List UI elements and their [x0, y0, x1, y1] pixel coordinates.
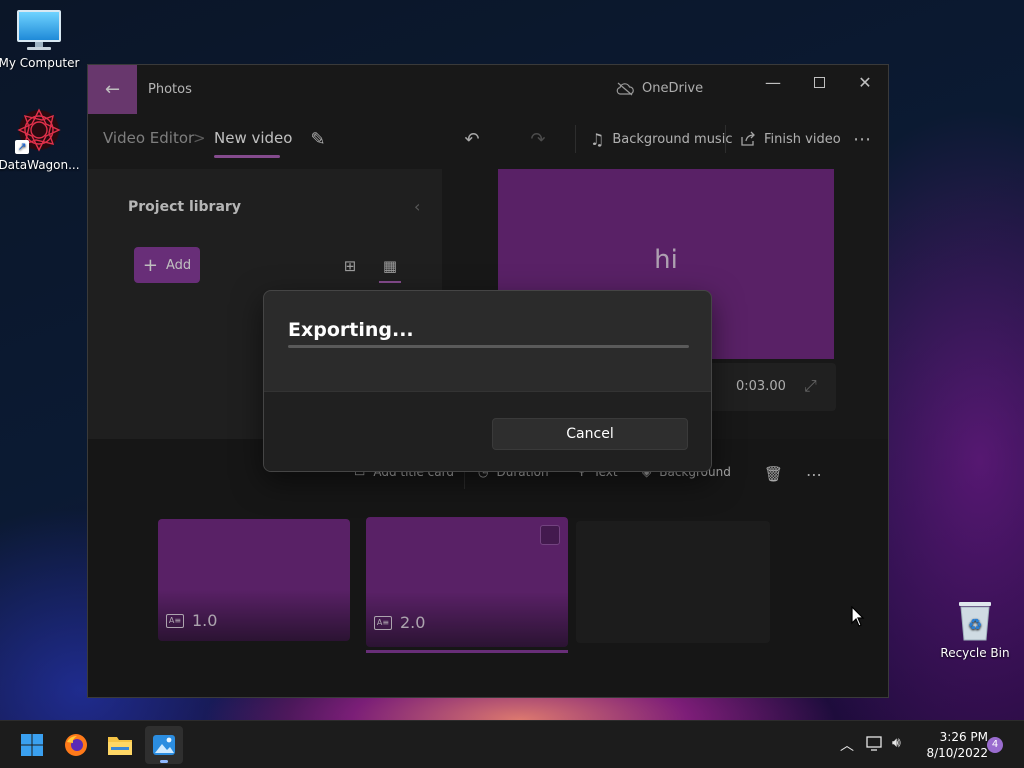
shortcut-arrow-icon: ↗ — [15, 140, 29, 154]
clock-date: 8/10/2022 — [926, 746, 988, 760]
taskbar-photos[interactable] — [145, 726, 183, 764]
dialog-footer: Cancel — [264, 391, 711, 471]
export-dialog: Exporting... Cancel — [263, 290, 712, 472]
firefox-icon — [65, 734, 87, 756]
dialog-title: Exporting... — [288, 319, 414, 341]
photos-icon — [153, 735, 175, 755]
start-button[interactable] — [13, 726, 51, 764]
taskbar-file-explorer[interactable] — [101, 726, 139, 764]
notification-badge[interactable]: 4 — [987, 737, 1003, 753]
active-app-indicator — [160, 760, 168, 763]
taskbar: ︿ 🔊︎ 3:26 PM 8/10/2022 4 — [0, 720, 1024, 768]
svg-text:♻: ♻ — [968, 615, 982, 634]
desktop-icon-my-computer[interactable]: My Computer — [0, 10, 81, 70]
clock-time: 3:26 PM — [939, 730, 988, 744]
cancel-button[interactable]: Cancel — [492, 418, 688, 450]
start-icon — [21, 734, 43, 756]
desktop-icon-label: Recycle Bin — [940, 646, 1010, 660]
taskbar-firefox[interactable] — [57, 726, 95, 764]
datawagon-icon: ↗ — [15, 106, 63, 154]
file-explorer-icon — [108, 737, 132, 755]
desktop-icon-label: My Computer — [0, 56, 80, 70]
volume-icon[interactable]: 🔊︎ — [892, 735, 901, 751]
export-progress-bar — [288, 345, 689, 348]
desktop-icon-label: DataWagon... — [0, 158, 80, 172]
recycle-bin-icon: ♻ — [955, 598, 995, 642]
mouse-cursor-icon — [851, 606, 865, 627]
desktop-icon-datawagon[interactable]: ↗ DataWagon... — [0, 106, 81, 172]
system-clock[interactable]: 3:26 PM 8/10/2022 — [912, 729, 988, 761]
network-icon[interactable] — [866, 736, 884, 752]
computer-icon — [17, 10, 61, 52]
desktop-icon-recycle-bin[interactable]: ♻ Recycle Bin — [933, 598, 1017, 660]
chevron-up-icon[interactable]: ︿ — [840, 735, 854, 755]
